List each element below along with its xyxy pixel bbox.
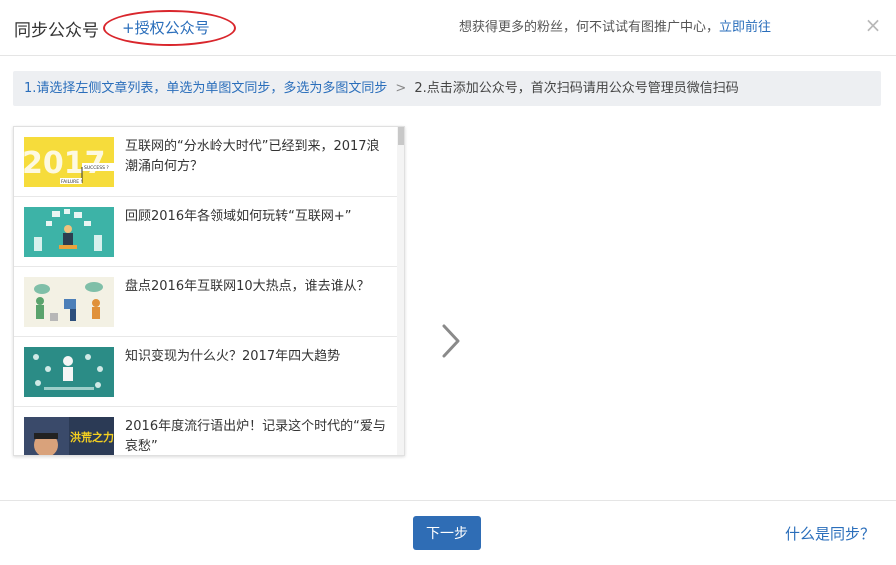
go-now-link[interactable]: 立即前往 bbox=[719, 20, 771, 35]
thumb-caption: 洪荒之力 bbox=[70, 430, 114, 444]
article-item[interactable]: 回顾2016年各领域如何玩转“互联网+” bbox=[14, 197, 397, 267]
thumb-success: SUCCESS ? bbox=[84, 165, 109, 171]
chevron-right-icon[interactable] bbox=[437, 322, 465, 360]
article-title: 2016年度流行语出炉！记录这个时代的“爱与哀愁” bbox=[125, 419, 386, 454]
thumb-2017-image: 2017 SUCCESS ? FAILURE ! bbox=[24, 137, 114, 187]
close-icon[interactable]: × bbox=[864, 12, 882, 38]
authorize-account-link[interactable]: +授权公众号 bbox=[122, 17, 210, 38]
thumb-internet-plus-image bbox=[24, 207, 114, 257]
thumb-failure: FAILURE ! bbox=[61, 179, 83, 185]
scrollbar-thumb[interactable] bbox=[398, 127, 404, 145]
dialog-header: 同步公众号 +授权公众号 想获得更多的粉丝，何不试试有图推广中心，立即前往 × bbox=[0, 0, 896, 56]
article-title: 知识变现为什么火？2017年四大趋势 bbox=[125, 349, 341, 364]
thumb-hotspots-image bbox=[24, 277, 114, 327]
list-scrollbar[interactable] bbox=[397, 127, 404, 455]
thumb-buzzwords-image: 洪荒之力 bbox=[24, 417, 114, 455]
article-title: 回顾2016年各领域如何玩转“互联网+” bbox=[125, 209, 352, 224]
article-item[interactable]: 2017 SUCCESS ? FAILURE ! 互联网的“分水岭大时代”已经到… bbox=[14, 127, 397, 197]
article-thumbnail bbox=[24, 207, 114, 257]
article-thumbnail: 洪荒之力 bbox=[24, 417, 114, 455]
article-item[interactable]: 洪荒之力 2016年度流行语出炉！记录这个时代的“爱与哀愁” bbox=[14, 407, 397, 455]
article-thumbnail bbox=[24, 347, 114, 397]
what-is-sync-link[interactable]: 什么是同步？ bbox=[785, 523, 875, 544]
article-title: 盘点2016年互联网10大热点，谁去谁从？ bbox=[125, 279, 370, 294]
thumb-knowledge-image bbox=[24, 347, 114, 397]
dialog-title: 同步公众号 bbox=[14, 21, 99, 41]
article-list[interactable]: 2017 SUCCESS ? FAILURE ! 互联网的“分水岭大时代”已经到… bbox=[13, 126, 405, 456]
article-thumbnail: 2017 SUCCESS ? FAILURE ! bbox=[24, 137, 114, 187]
next-step-button[interactable]: 下一步 bbox=[413, 516, 481, 550]
article-item[interactable]: 盘点2016年互联网10大热点，谁去谁从？ bbox=[14, 267, 397, 337]
article-thumbnail bbox=[24, 277, 114, 327]
article-title: 互联网的“分水岭大时代”已经到来，2017浪潮涌向何方？ bbox=[125, 139, 380, 174]
footer-divider bbox=[0, 500, 896, 501]
step-separator: > bbox=[395, 81, 407, 96]
step-two-text: 2.点击添加公众号，首次扫码请用公众号管理员微信扫码 bbox=[414, 81, 739, 96]
step-one-text: 1.请选择左侧文章列表，单选为单图文同步，多选为多图文同步 bbox=[24, 81, 388, 96]
steps-bar: 1.请选择左侧文章列表，单选为单图文同步，多选为多图文同步 >2.点击添加公众号，… bbox=[13, 71, 881, 106]
article-item[interactable]: 知识变现为什么火？2017年四大趋势 bbox=[14, 337, 397, 407]
promo-message: 想获得更多的粉丝，何不试试有图推广中心， bbox=[459, 20, 720, 35]
article-list-inner: 2017 SUCCESS ? FAILURE ! 互联网的“分水岭大时代”已经到… bbox=[14, 127, 397, 455]
promo-text: 想获得更多的粉丝，何不试试有图推广中心，立即前往 bbox=[459, 16, 771, 35]
